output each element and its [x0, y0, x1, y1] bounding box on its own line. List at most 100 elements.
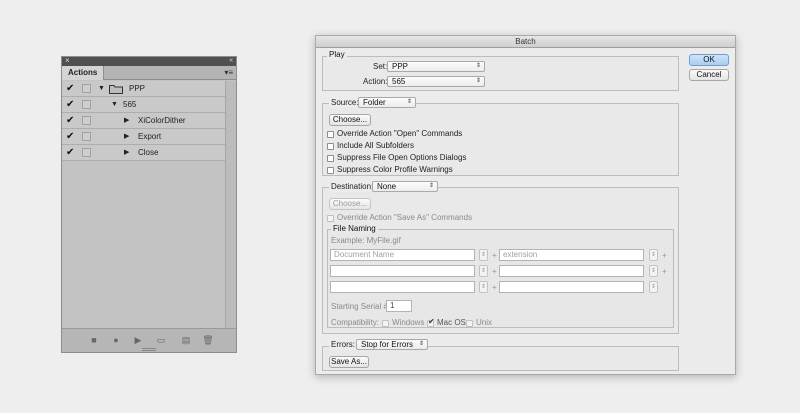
expand-triangle-icon[interactable]: ▼	[111, 99, 118, 111]
panel-toolbar: ■ ● ▶ ▭ ▤ 🗑	[62, 328, 236, 352]
field-stepper-icon[interactable]: ⇕	[479, 281, 488, 293]
action-row-ppp[interactable]: ✔ ▼ PPP	[62, 81, 226, 97]
plus-icon: +	[492, 251, 497, 260]
file-naming-field-4[interactable]	[499, 265, 644, 277]
checkmark-icon: ✔	[428, 317, 435, 326]
dialog-toggle-box[interactable]	[82, 116, 91, 125]
windows-checkbox[interactable]	[382, 320, 389, 327]
suppress-profile-warnings-checkbox[interactable]	[327, 167, 334, 174]
action-label: Close	[138, 148, 159, 157]
plus-icon: +	[492, 267, 497, 276]
suppress-profile-warnings-label: Suppress Color Profile Warnings	[337, 165, 453, 174]
errors-select[interactable]: Stop for Errors ⇕	[356, 339, 428, 350]
select-arrows-icon: ⇕	[475, 63, 481, 69]
file-naming-example: Example: MyFile.gif	[331, 236, 401, 245]
checkmark-icon[interactable]: ✔	[66, 131, 74, 143]
play-icon[interactable]: ▶	[132, 334, 144, 346]
serial-label: Starting Serial #:	[331, 302, 391, 311]
include-subfolders-label: Include All Subfolders	[337, 141, 414, 150]
expand-triangle-icon[interactable]: ▶	[124, 147, 129, 159]
errors-label: Errors:	[329, 340, 357, 350]
close-icon[interactable]: ×	[65, 56, 70, 66]
checkmark-icon[interactable]: ✔	[66, 83, 74, 95]
checkmark-icon[interactable]: ✔	[66, 115, 74, 127]
panel-menu-icon[interactable]: ▾≡	[224, 67, 233, 79]
action-label: Export	[138, 132, 162, 141]
new-action-icon[interactable]: ▤	[180, 334, 192, 346]
destination-choose-button[interactable]: Choose...	[329, 198, 371, 210]
expand-triangle-icon[interactable]: ▶	[124, 115, 129, 127]
file-naming-field-6[interactable]	[499, 281, 644, 293]
collapse-icon[interactable]: «	[229, 56, 233, 66]
checkmark-icon[interactable]: ✔	[66, 99, 74, 111]
macos-checkbox[interactable]: ✔	[427, 317, 435, 327]
file-naming-field-2[interactable]: extension	[499, 249, 644, 261]
field-stepper-icon[interactable]: ⇕	[479, 265, 488, 277]
record-icon[interactable]: ●	[110, 334, 122, 346]
trash-icon[interactable]: 🗑	[202, 334, 214, 346]
select-arrows-icon: ⇕	[475, 78, 481, 84]
actions-list: ✔ ▼ PPP ✔ ▼ 565 ✔ ▶ XiColorDither ✔ ▶ Ex…	[62, 81, 226, 161]
compatibility-label: Compatibility:	[331, 318, 380, 327]
tab-actions[interactable]: Actions	[62, 66, 105, 80]
file-naming-field-5[interactable]	[330, 281, 475, 293]
select-arrows-icon: ⇕	[406, 99, 412, 105]
unix-checkbox[interactable]	[466, 320, 473, 327]
windows-label: Windows	[392, 318, 425, 327]
plus-icon: +	[492, 283, 497, 292]
include-subfolders-checkbox[interactable]	[327, 143, 334, 150]
override-open-checkbox[interactable]	[327, 131, 334, 138]
source-choose-button[interactable]: Choose...	[329, 114, 371, 126]
actions-panel: × « Actions ▾≡ ✔ ▼ PPP ✔ ▼ 565 ✔ ▶ XiCol…	[61, 56, 237, 353]
override-open-label: Override Action "Open" Commands	[337, 129, 463, 138]
field-stepper-icon[interactable]: ⇕	[479, 249, 488, 261]
field-stepper-icon[interactable]: ⇕	[649, 249, 658, 261]
suppress-open-options-checkbox[interactable]	[327, 155, 334, 162]
file-naming-field-3[interactable]	[330, 265, 475, 277]
set-select[interactable]: PPP ⇕	[387, 61, 485, 72]
action-label: 565	[123, 100, 137, 109]
dialog-title[interactable]: Batch	[316, 36, 735, 48]
override-save-as-label: Override Action "Save As" Commands	[337, 213, 473, 222]
destination-select[interactable]: None ⇕	[372, 181, 438, 192]
dialog-toggle-box[interactable]	[82, 148, 91, 157]
field-stepper-icon[interactable]: ⇕	[649, 281, 658, 293]
source-select[interactable]: Folder ⇕	[358, 97, 416, 108]
action-label: PPP	[129, 84, 146, 93]
destination-label: Destination:	[329, 182, 376, 192]
file-naming-title: File Naming	[331, 224, 378, 234]
checkmark-icon[interactable]: ✔	[66, 147, 74, 159]
action-label: XiColorDither	[138, 116, 186, 125]
select-arrows-icon: ⇕	[418, 341, 424, 347]
set-label: Set:	[373, 62, 388, 71]
action-row-xicolordither[interactable]: ✔ ▶ XiColorDither	[62, 113, 226, 129]
action-row-close[interactable]: ✔ ▶ Close	[62, 145, 226, 161]
action-select[interactable]: 565 ⇕	[387, 76, 485, 87]
scrollbar[interactable]	[225, 81, 236, 329]
action-row-565[interactable]: ✔ ▼ 565	[62, 97, 226, 113]
serial-input[interactable]: 1	[386, 300, 412, 312]
dialog-toggle-box[interactable]	[82, 132, 91, 141]
expand-triangle-icon[interactable]: ▼	[98, 83, 105, 95]
expand-triangle-icon[interactable]: ▶	[124, 131, 129, 143]
suppress-open-options-label: Suppress File Open Options Dialogs	[337, 153, 467, 162]
batch-dialog: Batch OK Cancel Play Set: PPP ⇕ Action: …	[315, 35, 736, 375]
override-save-as-checkbox[interactable]	[327, 215, 334, 222]
field-stepper-icon[interactable]: ⇕	[649, 265, 658, 277]
file-naming-field-1[interactable]: Document Name	[330, 249, 475, 261]
plus-icon: +	[662, 251, 667, 260]
resize-grip[interactable]	[142, 348, 156, 351]
action-row-export[interactable]: ✔ ▶ Export	[62, 129, 226, 145]
new-set-icon[interactable]: ▭	[155, 334, 167, 346]
select-arrows-icon: ⇕	[428, 183, 434, 189]
dialog-toggle-box[interactable]	[82, 84, 91, 93]
ok-button[interactable]: OK	[689, 54, 729, 66]
panel-title-bar[interactable]: × «	[62, 56, 236, 66]
cancel-button[interactable]: Cancel	[689, 69, 729, 81]
action-label: Action:	[363, 77, 388, 86]
plus-icon: +	[662, 267, 667, 276]
dialog-toggle-box[interactable]	[82, 100, 91, 109]
unix-label: Unix	[476, 318, 493, 327]
save-as-button[interactable]: Save As...	[329, 356, 369, 368]
stop-icon[interactable]: ■	[88, 334, 100, 346]
